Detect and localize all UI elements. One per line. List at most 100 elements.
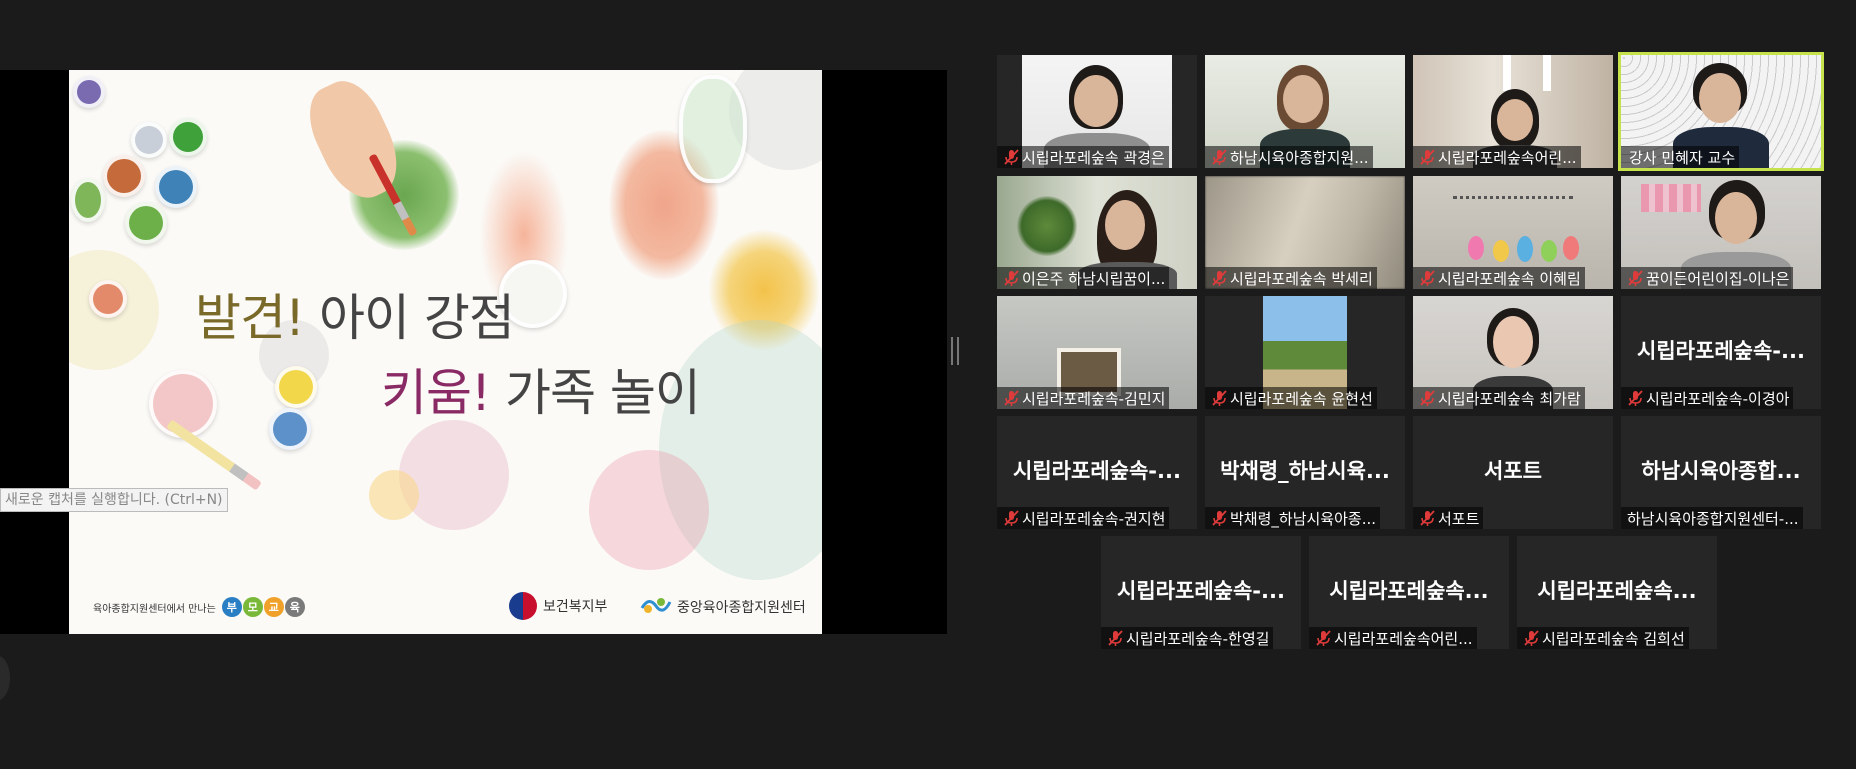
muted-mic-icon <box>1212 510 1227 526</box>
participant-namebar: 시립라포레숲속 윤현선 <box>1205 387 1377 409</box>
participant-tile[interactable]: 시립라포레숲속 박세리 <box>1205 176 1405 289</box>
participant-tile[interactable]: 시립라포레숲속 윤현선 <box>1205 296 1405 409</box>
mohw-emblem-icon <box>509 592 537 620</box>
shared-screen: 발견! 아이 강점 키움! 가족 놀이 육아종합지원센터에서 만나는 부모교육 … <box>0 70 947 634</box>
mohw-logo-text: 보건복지부 <box>543 599 608 615</box>
muted-mic-icon <box>1628 270 1643 286</box>
paint-jar-decoration <box>125 202 167 244</box>
paint-jar-decoration <box>269 408 311 450</box>
participant-tile[interactable]: 시립라포레숲속 곽경은 <box>997 55 1197 168</box>
muted-mic-icon <box>1420 510 1435 526</box>
muted-mic-icon <box>1316 630 1331 646</box>
program-badges: 부모교육 <box>221 597 306 617</box>
paint-jar-decoration <box>71 178 105 222</box>
participant-tile[interactable]: 하남시육아종합... 하남시육아종합지원센터-... <box>1621 416 1821 529</box>
center-logo: 중앙육아종합지원센터 <box>639 594 806 620</box>
paint-jar-decoration <box>103 155 145 197</box>
participant-name: 이은주 하남시립꿈이... <box>1022 269 1166 288</box>
participant-namebar: 시립라포레숲속어린... <box>1309 627 1477 649</box>
participant-namebar: 시립라포레숲속어린... <box>1413 146 1581 168</box>
participant-namebar: 시립라포레숲속 이혜림 <box>1413 267 1585 289</box>
participant-namebar: 시립라포레숲속-이경아 <box>1621 387 1794 409</box>
paint-jar-decoration <box>73 76 105 108</box>
presentation-slide: 발견! 아이 강점 키움! 가족 놀이 육아종합지원센터에서 만나는 부모교육 … <box>69 70 822 634</box>
program-badge: 육 <box>284 597 305 617</box>
bubble-decoration <box>369 470 419 520</box>
paint-jar-decoration <box>275 366 317 408</box>
paint-jar-decoration <box>131 122 167 158</box>
participant-tile[interactable]: 이은주 하남시립꿈이... <box>997 176 1197 289</box>
participant-tile[interactable]: 시립라포레숲속-... 시립라포레숲속-권지현 <box>997 416 1197 529</box>
bubble-decoration <box>589 450 709 570</box>
center-logo-text: 중앙육아종합지원센터 <box>677 600 806 616</box>
participant-name: 서포트 <box>1438 509 1480 528</box>
participant-namebar: 서포트 <box>1413 507 1484 529</box>
participant-name: 꿈이든어린이집-이나은 <box>1646 269 1790 288</box>
participant-tile[interactable]: 시립라포레숲속-... 시립라포레숲속-한영길 <box>1101 536 1301 649</box>
layout-splitter-handle[interactable] <box>951 337 959 365</box>
participant-tile[interactable]: 하남시육아종합지원... <box>1205 55 1405 168</box>
participant-display-name: 시립라포레숲속... <box>1537 579 1697 603</box>
participant-tile[interactable]: 꿈이든어린이집-이나은 <box>1621 176 1821 289</box>
participant-name: 박채령_하남시육아종... <box>1230 509 1377 528</box>
program-badge: 부 <box>221 597 242 617</box>
muted-mic-icon <box>1004 510 1019 526</box>
participant-name: 시립라포레숲속-권지현 <box>1022 509 1166 528</box>
participant-namebar: 하남시육아종합지원... <box>1205 146 1373 168</box>
muted-mic-icon <box>1628 390 1643 406</box>
participant-tile[interactable]: 시립라포레숲속... 시립라포레숲속 김희선 <box>1517 536 1717 649</box>
muted-mic-icon <box>1212 149 1227 165</box>
muted-mic-icon <box>1212 270 1227 286</box>
participant-name: 강사 민혜자 교수 <box>1629 148 1736 167</box>
participant-tile[interactable]: 시립라포레숲속... 시립라포레숲속어린... <box>1309 536 1509 649</box>
slide-footer-text: 육아종합지원센터에서 만나는 <box>93 603 216 615</box>
participant-tile[interactable]: 박채령_하남시육... 박채령_하남시육아종... <box>1205 416 1405 529</box>
muted-mic-icon <box>1524 630 1539 646</box>
participant-namebar: 시립라포레숲속 박세리 <box>1205 267 1377 289</box>
floating-control-edge[interactable] <box>0 656 10 700</box>
slide-title-highlight: 발견! <box>195 289 305 347</box>
participant-tile[interactable]: 시립라포레숲속-... 시립라포레숲속-이경아 <box>1621 296 1821 409</box>
slide-title-line1: 발견! 아이 강점 <box>195 278 515 350</box>
bubble-decoration <box>399 420 509 530</box>
participant-namebar: 시립라포레숲속-권지현 <box>997 507 1170 529</box>
slide-footer-program: 육아종합지원센터에서 만나는 부모교육 <box>93 597 306 617</box>
participant-name: 시립라포레숲속 윤현선 <box>1230 389 1373 408</box>
participant-name: 하남시육아종합지원센터-... <box>1627 509 1799 528</box>
participant-display-name: 시립라포레숲속-... <box>1013 459 1181 483</box>
participant-tile[interactable]: 시립라포레숲속어린... <box>1413 55 1613 168</box>
participant-namebar: 꿈이든어린이집-이나은 <box>1621 267 1794 289</box>
participant-tile-active-speaker[interactable]: 강사 민혜자 교수 <box>1618 52 1824 171</box>
muted-mic-icon <box>1004 270 1019 286</box>
participant-namebar: 박채령_하남시육아종... <box>1205 507 1381 529</box>
participant-name: 시립라포레숲속-한영길 <box>1126 629 1270 648</box>
muted-mic-icon <box>1420 390 1435 406</box>
program-badge: 교 <box>263 597 284 617</box>
participant-namebar: 시립라포레숲속 김희선 <box>1517 627 1689 649</box>
paint-jar-decoration <box>155 166 197 208</box>
muted-mic-icon <box>1212 390 1227 406</box>
participant-namebar: 하남시육아종합지원센터-... <box>1621 507 1803 529</box>
participant-name: 시립라포레숲속 최가람 <box>1438 389 1581 408</box>
center-emblem-icon <box>639 594 673 620</box>
participant-display-name: 시립라포레숲속... <box>1329 579 1489 603</box>
participant-name: 하남시육아종합지원... <box>1230 148 1369 167</box>
participant-name: 시립라포레숲속 박세리 <box>1230 269 1373 288</box>
participant-tile[interactable]: 서포트 서포트 <box>1413 416 1613 529</box>
program-badge: 모 <box>242 597 263 617</box>
slide-title-text: 아이 강점 <box>318 289 515 347</box>
muted-mic-icon <box>1108 630 1123 646</box>
participant-name: 시립라포레숲속 곽경은 <box>1022 148 1165 167</box>
participant-namebar: 이은주 하남시립꿈이... <box>997 267 1170 289</box>
participant-namebar: 시립라포레숲속-한영길 <box>1101 627 1274 649</box>
participant-display-name: 서포트 <box>1484 459 1542 483</box>
participant-display-name: 시립라포레숲속-... <box>1637 339 1805 363</box>
muted-mic-icon <box>1004 390 1019 406</box>
paint-jar-decoration <box>169 118 207 156</box>
mohw-logo: 보건복지부 <box>509 592 607 620</box>
participant-tile[interactable]: 시립라포레숲속-김민지 <box>997 296 1197 409</box>
participant-tile[interactable]: 시립라포레숲속 이혜림 <box>1413 176 1613 289</box>
participant-tile[interactable]: 시립라포레숲속 최가람 <box>1413 296 1613 409</box>
muted-mic-icon <box>1004 149 1019 165</box>
participant-namebar: 시립라포레숲속 최가람 <box>1413 387 1585 409</box>
